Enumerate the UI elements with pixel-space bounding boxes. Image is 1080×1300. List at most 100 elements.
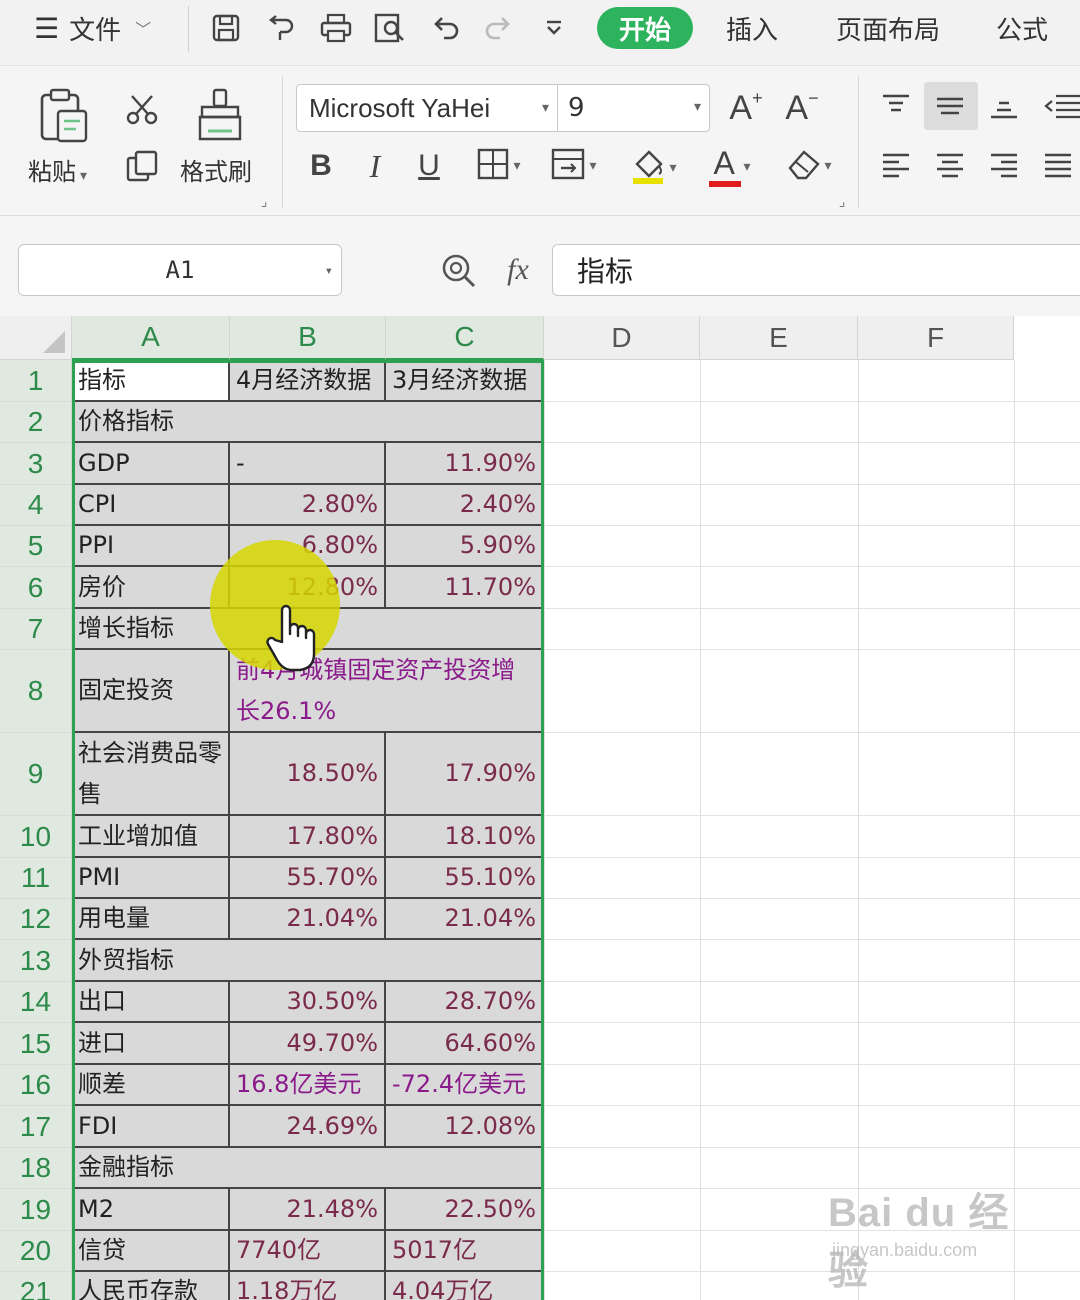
align-bottom-icon[interactable]: [982, 84, 1026, 128]
row-header[interactable]: 2: [0, 402, 72, 443]
row-header[interactable]: 7: [0, 609, 72, 650]
paste-button[interactable]: 粘贴 ▾: [28, 152, 87, 187]
cell-b[interactable]: 2.80%: [230, 485, 386, 526]
save-icon[interactable]: [206, 8, 246, 48]
merge-cells-button[interactable]: ▾: [540, 144, 606, 188]
dialog-launcher-icon[interactable]: ⌟: [834, 194, 850, 210]
tab-home[interactable]: 开始: [597, 7, 693, 49]
cell-b[interactable]: 24.69%: [230, 1106, 386, 1148]
align-right-icon[interactable]: [982, 144, 1026, 188]
cell-b[interactable]: 21.48%: [230, 1189, 386, 1231]
cell-a[interactable]: PPI: [72, 526, 230, 567]
name-box[interactable]: A1 ▾: [18, 244, 342, 296]
cell-b[interactable]: 12.80%: [230, 567, 386, 609]
cell-c[interactable]: 22.50%: [386, 1189, 544, 1231]
row-header[interactable]: 8: [0, 650, 72, 733]
tab-page-layout[interactable]: 页面布局: [836, 8, 940, 48]
cell-a[interactable]: 房价: [72, 567, 230, 609]
column-header-c[interactable]: C: [386, 316, 544, 360]
cell-a[interactable]: 工业增加值: [72, 816, 230, 858]
shrink-font-button[interactable]: A −: [780, 84, 824, 132]
export-icon[interactable]: [262, 8, 302, 48]
redo-icon[interactable]: [478, 8, 518, 48]
cell-c[interactable]: 4.04万亿: [386, 1272, 544, 1300]
cell-b[interactable]: 18.50%: [230, 733, 386, 816]
row-header[interactable]: 16: [0, 1065, 72, 1106]
cell-a[interactable]: FDI: [72, 1106, 230, 1148]
font-name-select[interactable]: Microsoft YaHei ▾: [296, 84, 558, 132]
insert-function-button[interactable]: fx: [496, 246, 540, 294]
column-header-f[interactable]: F: [858, 316, 1014, 360]
print-icon[interactable]: [316, 8, 356, 48]
align-left-icon[interactable]: [874, 144, 918, 188]
row-header[interactable]: 12: [0, 899, 72, 940]
borders-button[interactable]: ▾: [466, 144, 530, 188]
row-header[interactable]: 13: [0, 940, 72, 982]
cell-c[interactable]: 3月经济数据: [386, 360, 544, 402]
cell-b[interactable]: 1.18万亿: [230, 1272, 386, 1300]
cell-a[interactable]: 用电量: [72, 899, 230, 940]
cell-b[interactable]: 6.80%: [230, 526, 386, 567]
formula-input[interactable]: 指标: [552, 244, 1080, 296]
cell-b[interactable]: 4月经济数据: [230, 360, 386, 402]
underline-button[interactable]: U: [408, 142, 450, 190]
tab-formulas[interactable]: 公式: [996, 8, 1048, 48]
align-center-icon[interactable]: [928, 144, 972, 188]
cell-b[interactable]: 21.04%: [230, 899, 386, 940]
select-all-corner[interactable]: [0, 316, 72, 360]
copy-icon[interactable]: [120, 144, 164, 188]
cell-b[interactable]: 30.50%: [230, 982, 386, 1023]
row-header[interactable]: 10: [0, 816, 72, 858]
cell-a[interactable]: PMI: [72, 858, 230, 899]
column-header-a[interactable]: A: [72, 316, 230, 360]
row-header[interactable]: 20: [0, 1231, 72, 1272]
cell-a[interactable]: 信贷: [72, 1231, 230, 1272]
font-size-select[interactable]: 9 ▾: [558, 84, 710, 132]
cell-c[interactable]: 11.70%: [386, 567, 544, 609]
cell-c[interactable]: 11.90%: [386, 443, 544, 485]
row-header[interactable]: 18: [0, 1148, 72, 1189]
format-painter-icon[interactable]: [192, 86, 248, 146]
file-menu[interactable]: ☰ 文件 ﹀: [34, 8, 151, 48]
cell-a[interactable]: 固定投资: [72, 650, 230, 733]
font-color-button[interactable]: A ▾: [700, 142, 760, 192]
cell-a[interactable]: CPI: [72, 485, 230, 526]
cell-a[interactable]: 出口: [72, 982, 230, 1023]
section-header-cell[interactable]: 金融指标: [72, 1148, 544, 1189]
row-header[interactable]: 17: [0, 1106, 72, 1148]
row-header[interactable]: 1: [0, 360, 72, 402]
cell-c[interactable]: 5.90%: [386, 526, 544, 567]
bold-button[interactable]: B: [300, 142, 342, 190]
clear-format-button[interactable]: ▾: [778, 144, 840, 188]
cell-c[interactable]: 12.08%: [386, 1106, 544, 1148]
spreadsheet-grid[interactable]: A B C D E F 1 指标 4月经济数据 3月经济数据 2 价格指标 3 GDP - 11.90% 4 CP…: [0, 316, 1080, 1300]
cell-c[interactable]: 2.40%: [386, 485, 544, 526]
column-header-e[interactable]: E: [700, 316, 858, 360]
cut-icon[interactable]: [120, 88, 164, 132]
cell-c[interactable]: -72.4亿美元: [386, 1065, 544, 1106]
cell-a[interactable]: 进口: [72, 1023, 230, 1065]
print-preview-icon[interactable]: [370, 8, 410, 48]
cell-b[interactable]: 49.70%: [230, 1023, 386, 1065]
cell-a[interactable]: 人民币存款: [72, 1272, 230, 1300]
cell-a[interactable]: M2: [72, 1189, 230, 1231]
merged-cell-bc[interactable]: 前4月城镇固定资产投资增长26.1%: [230, 650, 544, 733]
row-header[interactable]: 5: [0, 526, 72, 567]
cell-c[interactable]: 5017亿: [386, 1231, 544, 1272]
italic-button[interactable]: I: [354, 142, 396, 190]
cell-b[interactable]: 55.70%: [230, 858, 386, 899]
customize-toolbar-icon[interactable]: [534, 8, 574, 48]
align-top-icon[interactable]: [874, 84, 918, 128]
cell-c[interactable]: 21.04%: [386, 899, 544, 940]
row-header[interactable]: 11: [0, 858, 72, 899]
undo-icon[interactable]: [426, 8, 466, 48]
indent-icon[interactable]: [1040, 84, 1080, 128]
row-header[interactable]: 6: [0, 567, 72, 609]
row-header[interactable]: 19: [0, 1189, 72, 1231]
cell-a[interactable]: GDP: [72, 443, 230, 485]
tab-insert[interactable]: 插入: [726, 8, 778, 48]
format-painter-button[interactable]: 格式刷: [180, 152, 252, 187]
cell-b[interactable]: -: [230, 443, 386, 485]
zoom-icon[interactable]: [436, 248, 482, 294]
grow-font-button[interactable]: A +: [724, 84, 768, 132]
